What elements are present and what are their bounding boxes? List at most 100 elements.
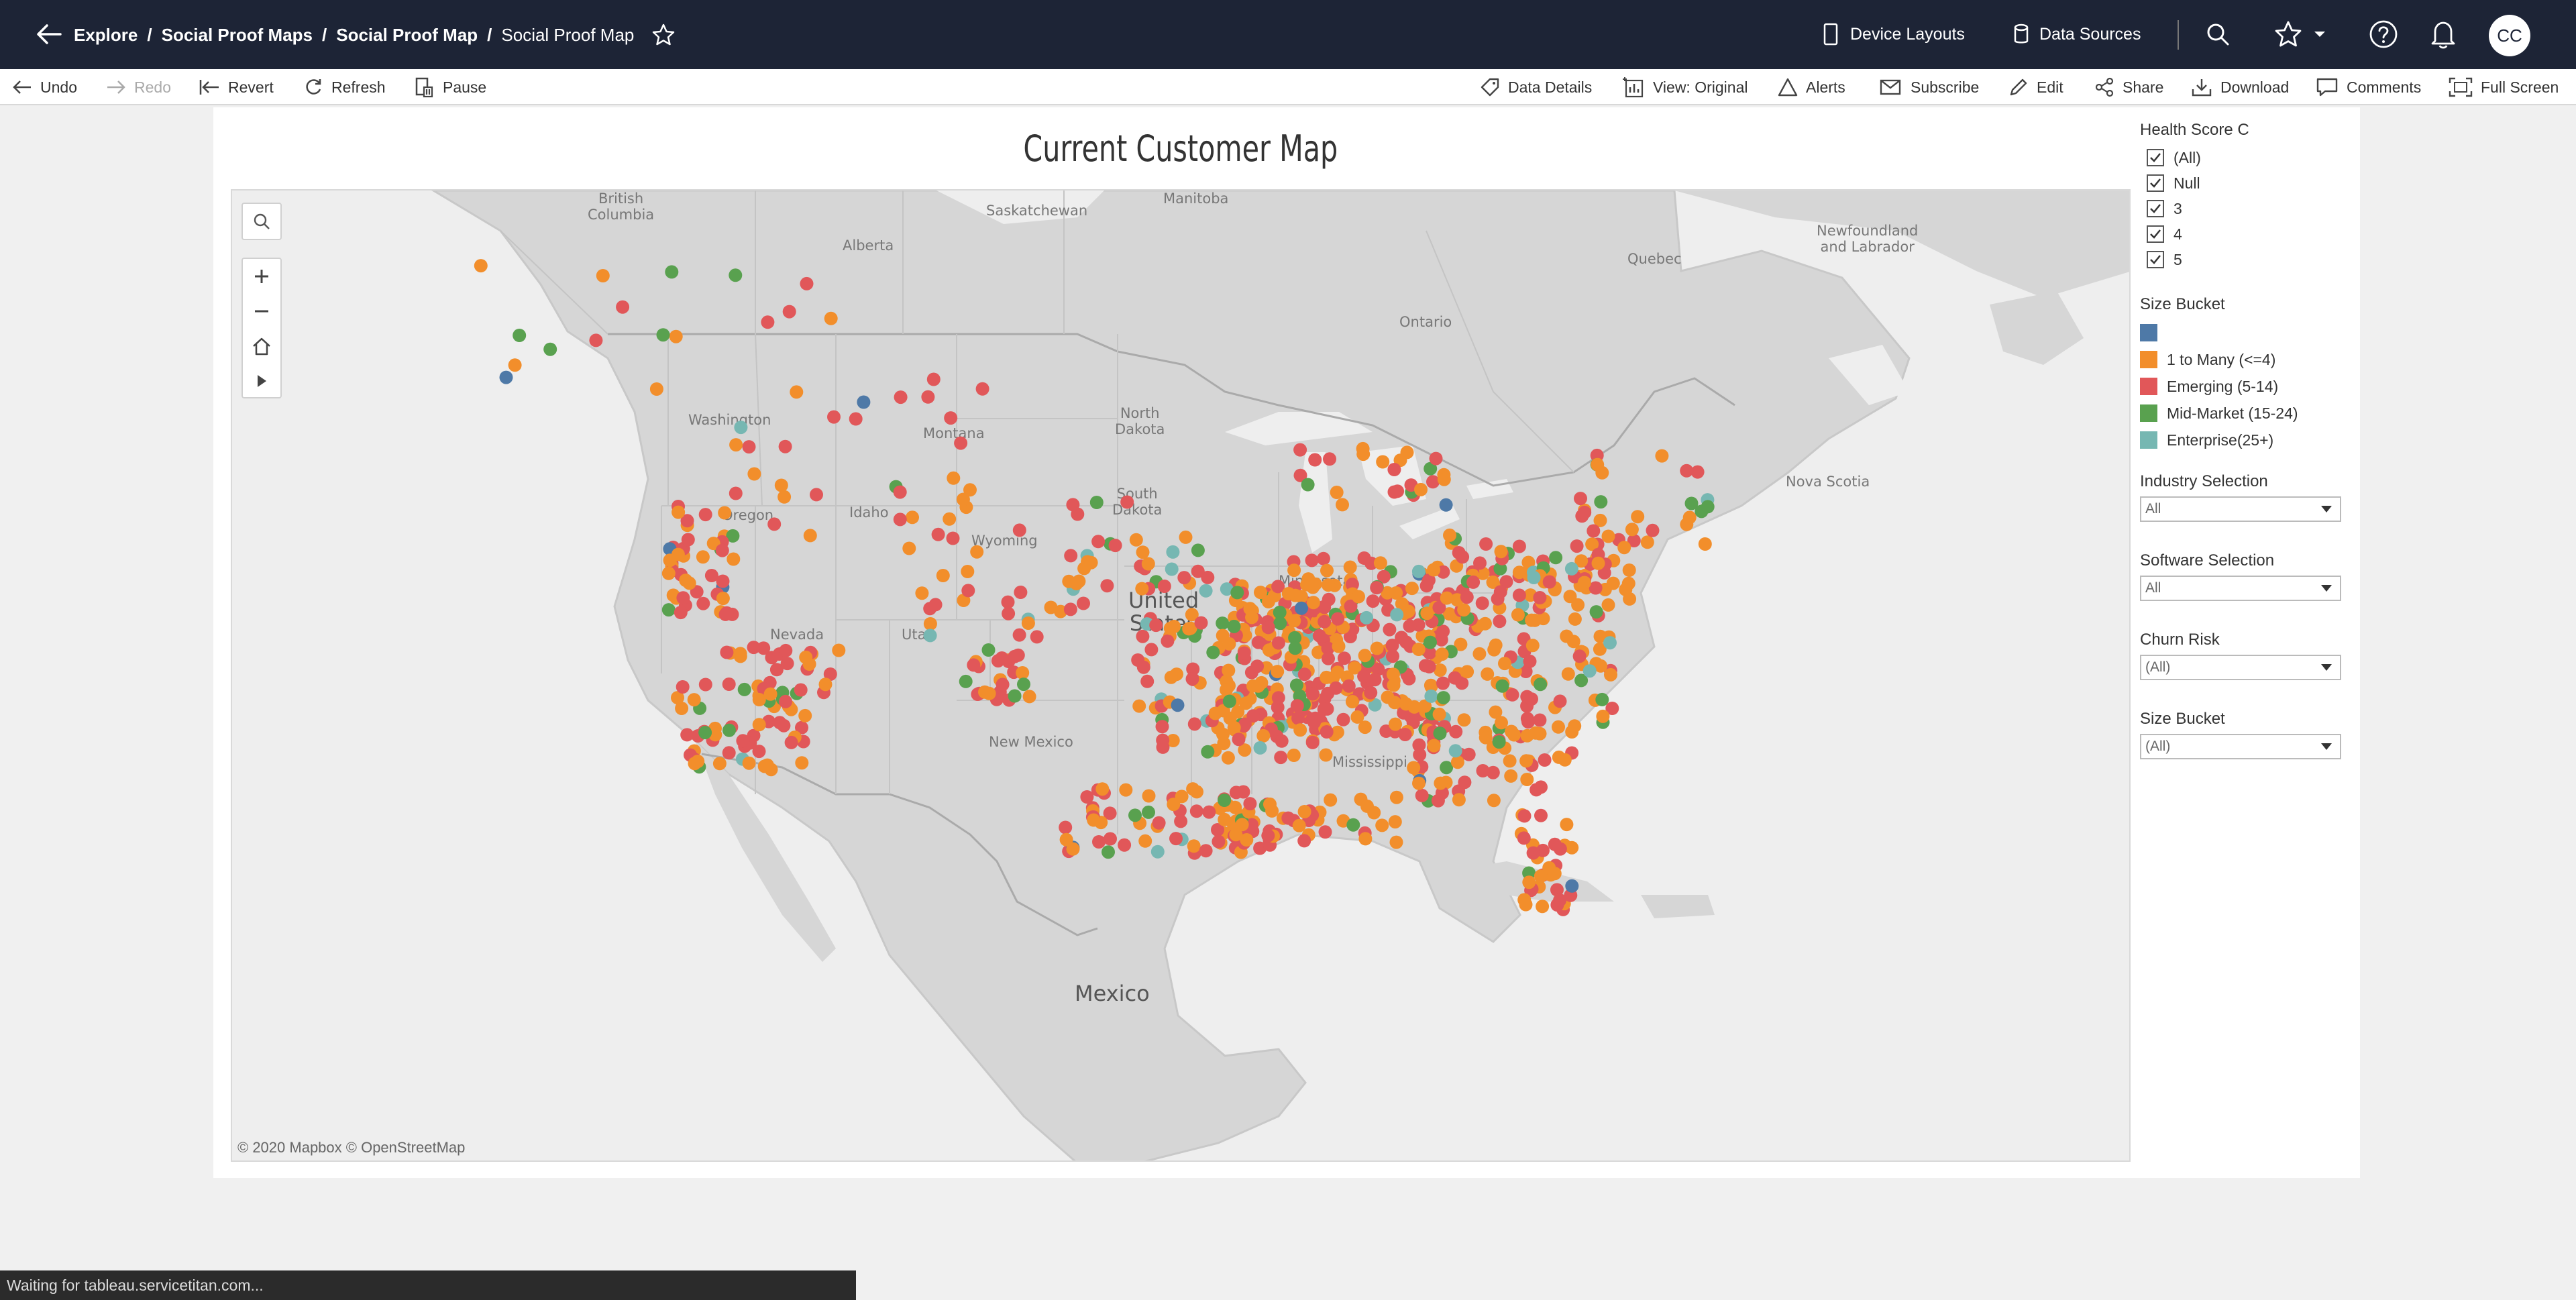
customer-point[interactable] [1450, 755, 1464, 769]
download-button[interactable]: Download [2191, 69, 2289, 105]
customer-point[interactable] [722, 723, 736, 737]
customer-point[interactable] [1655, 449, 1669, 463]
customer-point[interactable] [902, 541, 916, 555]
customer-point[interactable] [894, 390, 908, 404]
legend-item[interactable]: Enterprise(25+) [2140, 427, 2348, 453]
customer-point[interactable] [1437, 472, 1451, 486]
customer-point[interactable] [1519, 754, 1534, 768]
customer-point[interactable] [1321, 578, 1335, 592]
customer-point[interactable] [1021, 616, 1035, 630]
customer-point[interactable] [1591, 556, 1605, 570]
customer-point[interactable] [1511, 608, 1525, 622]
customer-point[interactable] [1574, 492, 1587, 506]
customer-point[interactable] [1680, 517, 1694, 531]
customer-point[interactable] [1631, 510, 1645, 524]
customer-point[interactable] [926, 372, 941, 386]
churn-dropdown[interactable]: (All) [2140, 655, 2341, 680]
customer-point[interactable] [1570, 539, 1584, 553]
customer-point[interactable] [1300, 578, 1313, 592]
customer-point[interactable] [1617, 541, 1631, 555]
customer-point[interactable] [704, 569, 718, 582]
customer-point[interactable] [1281, 587, 1295, 600]
customer-point[interactable] [1552, 750, 1566, 764]
customer-point[interactable] [1254, 586, 1267, 600]
customer-point[interactable] [1305, 687, 1320, 701]
customer-point[interactable] [1538, 753, 1552, 767]
customer-point[interactable] [800, 276, 814, 290]
customer-point[interactable] [1448, 671, 1462, 685]
customer-point[interactable] [1405, 582, 1419, 596]
customer-point[interactable] [1527, 571, 1541, 584]
customer-point[interactable] [1479, 537, 1493, 551]
customer-point[interactable] [1591, 457, 1605, 472]
customer-point[interactable] [676, 680, 690, 694]
customer-point[interactable] [1071, 507, 1085, 521]
customer-point[interactable] [1390, 608, 1404, 622]
customer-point[interactable] [1293, 443, 1307, 457]
customer-point[interactable] [1358, 649, 1372, 663]
customer-point[interactable] [1189, 804, 1203, 818]
industry-dropdown[interactable]: All [2140, 496, 2341, 522]
customer-point[interactable] [1138, 834, 1152, 848]
customer-point[interactable] [1436, 691, 1450, 705]
customer-point[interactable] [1177, 571, 1191, 585]
customer-point[interactable] [1429, 451, 1443, 466]
alerts-button[interactable]: Alerts [1778, 69, 1845, 105]
customer-point[interactable] [1342, 679, 1356, 693]
customer-point[interactable] [1400, 445, 1414, 459]
customer-point[interactable] [794, 683, 808, 697]
customer-point[interactable] [995, 651, 1009, 665]
health-score-option[interactable]: Null [2140, 170, 2348, 196]
customer-point[interactable] [1095, 782, 1110, 796]
customer-point[interactable] [1271, 691, 1285, 705]
customer-point[interactable] [1332, 639, 1346, 653]
customer-point[interactable] [1292, 818, 1306, 832]
customer-point[interactable] [1572, 649, 1587, 663]
customer-point[interactable] [669, 329, 683, 343]
customer-point[interactable] [1118, 838, 1132, 852]
customer-point[interactable] [1594, 495, 1608, 509]
customer-point[interactable] [1424, 635, 1437, 649]
customer-point[interactable] [1383, 622, 1397, 637]
zoom-in-button[interactable] [243, 259, 280, 294]
customer-point[interactable] [513, 329, 527, 342]
customer-point[interactable] [1449, 724, 1463, 739]
customer-point[interactable] [733, 649, 747, 663]
customer-point[interactable] [1230, 586, 1244, 600]
customer-point[interactable] [698, 508, 712, 522]
customer-point[interactable] [1253, 741, 1267, 755]
checkbox-checked-icon[interactable] [2147, 174, 2164, 192]
customer-point[interactable] [1358, 832, 1373, 846]
customer-point[interactable] [1119, 783, 1133, 797]
customer-point[interactable] [1433, 726, 1447, 741]
customer-point[interactable] [1398, 728, 1412, 741]
customer-point[interactable] [499, 370, 513, 384]
customer-point[interactable] [1175, 790, 1189, 804]
customer-point[interactable] [921, 390, 935, 404]
customer-point[interactable] [712, 757, 727, 771]
customer-point[interactable] [1017, 678, 1030, 692]
customer-point[interactable] [1297, 805, 1311, 818]
customer-point[interactable] [1366, 594, 1380, 608]
customer-point[interactable] [1194, 616, 1208, 630]
software-dropdown[interactable]: All [2140, 576, 2341, 601]
customer-point[interactable] [1141, 557, 1155, 571]
customer-point[interactable] [1507, 728, 1521, 742]
customer-point[interactable] [1456, 550, 1470, 564]
customer-point[interactable] [1472, 647, 1487, 661]
customer-point[interactable] [798, 708, 812, 722]
customer-point[interactable] [1589, 605, 1603, 619]
customer-point[interactable] [774, 478, 788, 492]
customer-point[interactable] [1427, 563, 1441, 577]
customer-point[interactable] [596, 269, 610, 282]
customer-point[interactable] [1202, 805, 1216, 819]
customer-point[interactable] [1487, 643, 1501, 657]
customer-point[interactable] [1479, 730, 1493, 745]
customer-point[interactable] [1601, 598, 1615, 612]
customer-point[interactable] [736, 734, 750, 748]
customer-point[interactable] [810, 488, 823, 502]
customer-point[interactable] [1448, 744, 1462, 758]
customer-point[interactable] [1201, 745, 1215, 759]
customer-point[interactable] [1008, 649, 1022, 663]
customer-point[interactable] [1346, 818, 1360, 832]
